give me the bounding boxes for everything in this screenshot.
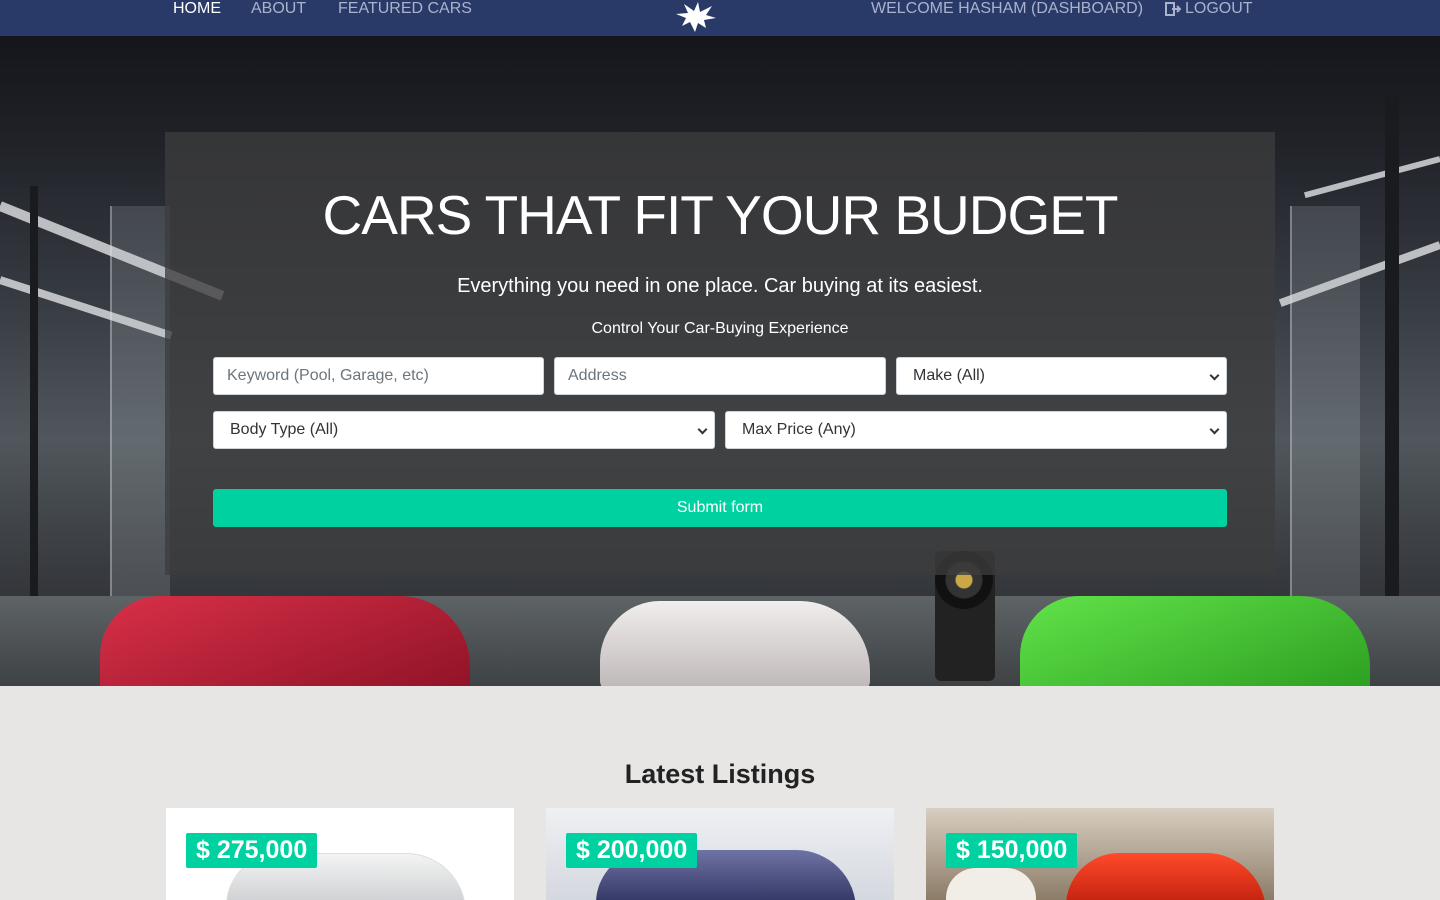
address-input[interactable]: Address	[554, 357, 886, 395]
price-badge: $ 200,000	[566, 833, 698, 868]
chevron-down-icon	[697, 424, 708, 435]
price-badge: $ 275,000	[186, 833, 318, 868]
logout-label: LOGOUT	[1185, 0, 1253, 17]
white-car-image	[600, 601, 870, 686]
hero-title: CARS THAT FIT YOUR BUDGET	[322, 184, 1118, 246]
latest-listings-heading: Latest Listings	[624, 759, 816, 789]
hero-section: CARS THAT FIT YOUR BUDGET Everything you…	[0, 36, 1440, 686]
logout-icon	[1165, 2, 1181, 16]
listing-card[interactable]: $ 150,000	[926, 808, 1274, 900]
chevron-down-icon	[1209, 370, 1220, 381]
red-car-image	[100, 596, 470, 686]
make-select[interactable]: Make (All)	[896, 357, 1227, 395]
hero-tagline: Control Your Car-Buying Experience	[591, 320, 849, 337]
car-image	[1066, 853, 1266, 900]
submit-form-button[interactable]: Submit form	[213, 489, 1227, 527]
price-badge: $ 150,000	[946, 833, 1078, 868]
green-car-image	[1020, 596, 1370, 686]
max-price-select-value: Max Price (Any)	[742, 421, 856, 438]
body-type-select[interactable]: Body Type (All)	[213, 411, 715, 449]
keyword-input[interactable]: Keyword (Pool, Garage, etc)	[213, 357, 544, 395]
make-select-value: Make (All)	[913, 367, 986, 384]
nav-logout-link[interactable]: LOGOUT	[1165, 0, 1253, 20]
nav-about-link[interactable]: ABOUT	[251, 0, 306, 20]
nav-featured-cars-link[interactable]: FEATURED CARS	[338, 0, 472, 20]
chevron-down-icon	[1209, 424, 1220, 435]
max-price-select[interactable]: Max Price (Any)	[725, 411, 1227, 449]
body-type-select-value: Body Type (All)	[230, 421, 339, 438]
hero-subtitle: Everything you need in one place. Car bu…	[457, 275, 983, 297]
car-image	[946, 868, 1036, 900]
nav-dashboard-link[interactable]: WELCOME HASHAM (DASHBOARD)	[871, 0, 1143, 20]
griffin-logo-icon[interactable]	[668, 0, 722, 34]
listing-card[interactable]: $ 200,000	[546, 808, 894, 900]
listing-card[interactable]: $ 275,000	[166, 808, 514, 900]
top-navbar: HOME ABOUT FEATURED CARS WELCOME HASHAM …	[0, 0, 1440, 36]
ceiling-beam	[1303, 156, 1440, 199]
nav-home-link[interactable]: HOME	[173, 0, 221, 20]
